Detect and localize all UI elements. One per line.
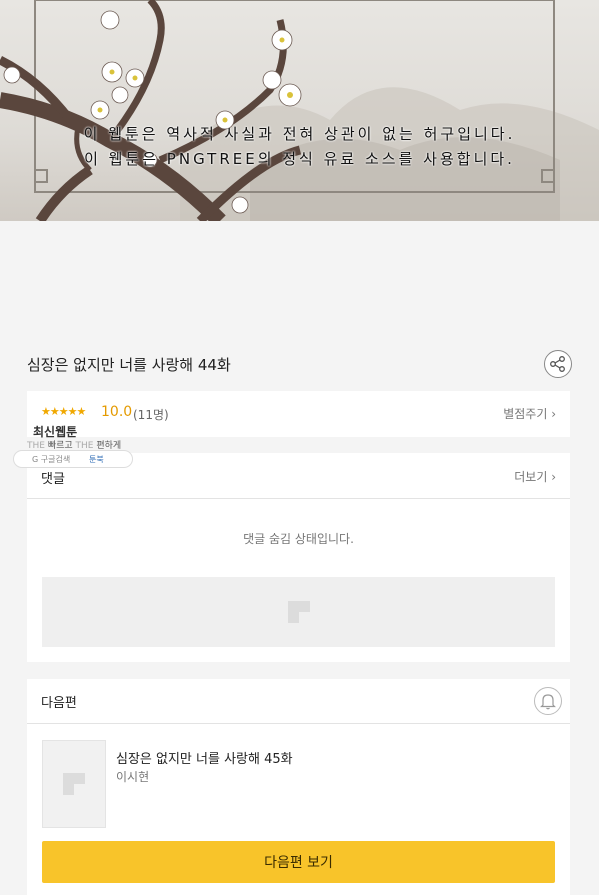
rating-value: 10.0 xyxy=(101,404,133,420)
next-episode-author: 이시현 xyxy=(116,770,150,784)
toonbook-link[interactable]: 툰북 xyxy=(89,454,104,465)
next-episode-thumbnail[interactable] xyxy=(42,740,106,828)
comments-card: 댓글 더보기 › 댓글 숨김 상태입니다. xyxy=(27,453,570,662)
next-episode-title[interactable]: 심장은 없지만 너를 사랑해 45화 xyxy=(116,748,293,767)
google-search-link[interactable]: G 구글검색 xyxy=(32,454,70,465)
notify-button[interactable] xyxy=(534,687,562,715)
bell-icon xyxy=(540,694,556,710)
overlay-search-pill[interactable]: G 구글검색 툰북 xyxy=(13,450,133,468)
divider xyxy=(27,498,570,499)
view-next-episode-button[interactable]: 다음편 보기 xyxy=(42,841,555,883)
share-icon xyxy=(550,356,565,372)
rating-card: ★★★★★ 10.0 (11명) 별점주기 › xyxy=(27,391,570,437)
next-episode-card: 다음편 심장은 없지만 너를 사랑해 45화 이시현 다음편 보기 xyxy=(27,679,570,895)
webtoon-banner-image: 이 웹툰은 역사적 사실과 전혀 상관이 없는 허구입니다. 이 웹툰은 PNG… xyxy=(0,0,599,221)
image-placeholder-icon xyxy=(288,601,310,623)
comments-more-link[interactable]: 더보기 › xyxy=(514,468,556,485)
disclaimer-line-2: 이 웹툰은 PNGTREE의 정식 유료 소스를 사용합니다. xyxy=(84,150,515,168)
episode-title: 심장은 없지만 너를 사랑해 44화 xyxy=(27,356,231,374)
divider xyxy=(27,723,570,724)
rate-link[interactable]: 별점주기 › xyxy=(503,405,556,422)
next-episode-heading: 다음편 xyxy=(41,696,77,711)
comments-heading: 댓글 xyxy=(41,472,65,487)
comments-hidden-message: 댓글 숨김 상태입니다. xyxy=(243,532,354,546)
rating-stars: ★★★★★ xyxy=(41,405,86,418)
disclaimer-line-1: 이 웹툰은 역사적 사실과 전혀 상관이 없는 허구입니다. xyxy=(83,125,516,143)
plum-blossom-illustration xyxy=(0,0,599,221)
ad-placeholder[interactable] xyxy=(42,577,555,647)
rating-count: (11명) xyxy=(133,408,169,422)
episode-title-row: 심장은 없지만 너를 사랑해 44화 xyxy=(27,350,572,380)
image-placeholder-icon xyxy=(63,773,85,795)
share-button[interactable] xyxy=(544,350,572,378)
